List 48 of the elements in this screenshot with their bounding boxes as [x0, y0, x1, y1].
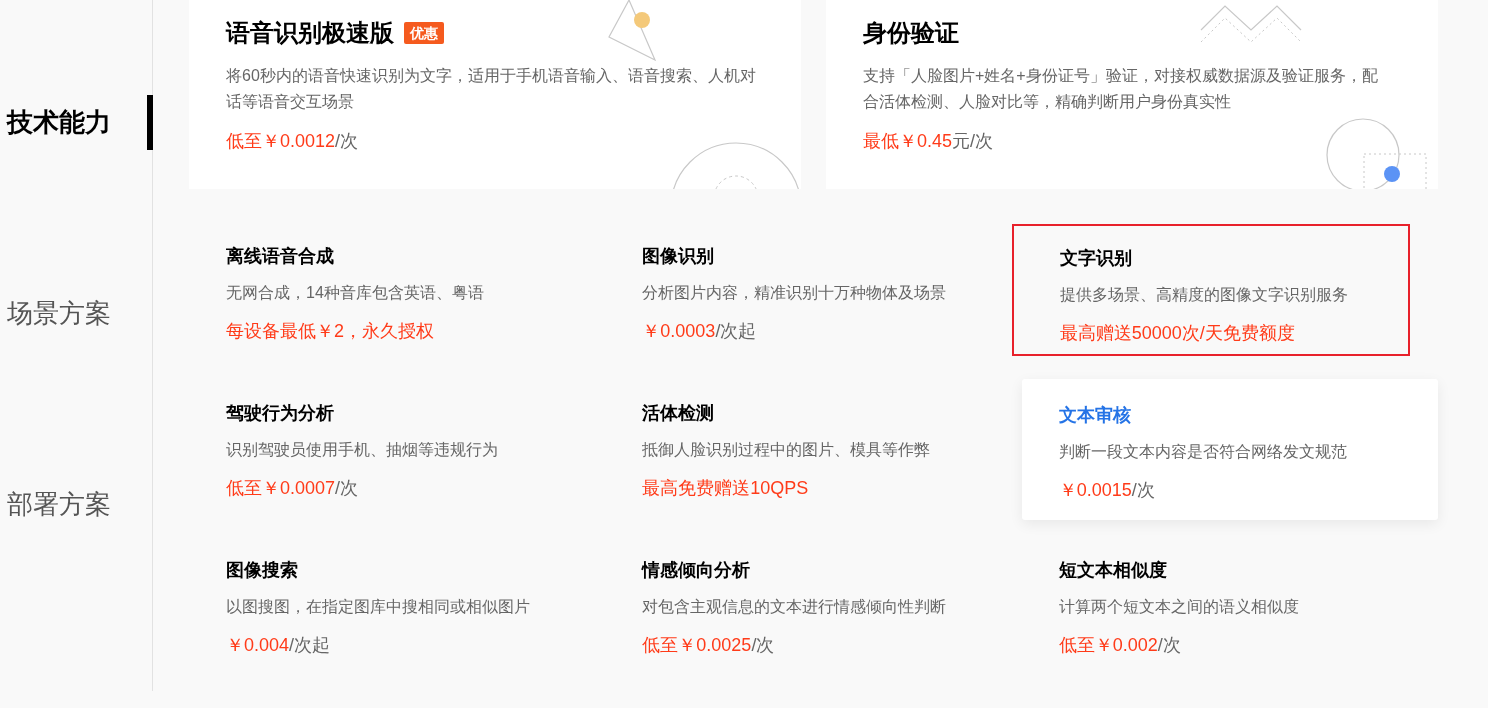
sidebar-tab[interactable]: 场景方案 — [0, 286, 153, 341]
product-description: 以图搜图，在指定图库中搜相同或相似图片 — [226, 597, 531, 617]
product-description: 判断一段文本内容是否符合网络发文规范 — [1058, 442, 1348, 462]
product-description: 提供多场景、高精度的图像文字识别服务 — [1059, 285, 1349, 305]
product-description: 无网合成，14种音库包含英语、粤语 — [226, 283, 485, 303]
price-text: 低至￥0.0007/次 — [226, 477, 360, 500]
product-title: 离线语音合成 — [226, 245, 335, 268]
product-card[interactable]: 身份验证 支持「人脸图片+姓名+身份证号」验证，对接权威数据源及验证服务，配合活体检测、人脸对比等，精确判断用户身份真实性 最低￥0.45元/次 — [826, 0, 1438, 189]
product-description: 识别驾驶员使用手机、抽烟等违规行为 — [226, 440, 499, 460]
price-text: 最高赠送50000次/天免费额度 — [1059, 322, 1296, 345]
price-text: 低至￥0.002/次 — [1058, 634, 1182, 657]
product-title: 情感倾向分析 — [642, 559, 752, 582]
price-text: 每设备最低￥2，永久授权 — [226, 320, 435, 343]
triangle-drawing — [607, 0, 659, 62]
price-text: 低至￥0.0025/次 — [642, 634, 776, 657]
card-title: 身份验证 — [863, 18, 959, 48]
price-text: ￥0.0015/次 — [1058, 479, 1156, 502]
sidebar-tab[interactable]: 部署方案 — [0, 477, 153, 532]
product-item[interactable]: 情感倾向分析 对包含主观信息的文本进行情感倾向性判断 低至￥0.0025/次 — [605, 538, 1022, 679]
product-title: 活体检测 — [642, 402, 716, 425]
price-text: 最高免费赠送10QPS — [642, 477, 810, 500]
product-title: 短文本相似度 — [1058, 559, 1168, 582]
product-title: 驾驶行为分析 — [226, 402, 335, 425]
product-item[interactable]: 活体检测 抵御人脸识别过程中的图片、模具等作弊 最高免费赠送10QPS — [605, 381, 1022, 522]
product-title: 图像搜索 — [226, 559, 299, 582]
card-title: 语音识别极速版 — [226, 18, 394, 48]
product-item[interactable]: 文本审核 判断一段文本内容是否符合网络发文规范 ￥0.0015/次 — [1021, 379, 1438, 520]
product-item[interactable]: 图像搜索 以图搜图，在指定图库中搜相同或相似图片 ￥0.004/次起 — [189, 538, 606, 679]
price-text: ￥0.004/次起 — [226, 634, 332, 657]
card-description: 支持「人脸图片+姓名+身份证号」验证，对接权威数据源及验证服务，配合活体检测、人脸对比等，精确判断用户身份真实性 — [863, 66, 1379, 112]
price-text: ￥0.0003/次起 — [642, 320, 758, 343]
product-description: 计算两个短文本之间的语义相似度 — [1058, 597, 1300, 617]
price-text: 低至￥0.0012/次 — [226, 130, 360, 153]
product-card[interactable]: 语音识别极速版 优惠 将60秒内的语音快速识别为文字，适用于手机语音输入、语音搜索、人机对话等语音交互场景 低至￥0.0012/次 — [189, 0, 801, 189]
card-description: 将60秒内的语音快速识别为文字，适用于手机语音输入、语音搜索、人机对话等语音交互场景 — [226, 66, 756, 112]
product-item[interactable]: 离线语音合成 无网合成，14种音库包含英语、粤语 每设备最低￥2，永久授权 — [189, 224, 606, 365]
product-description: 抵御人脸识别过程中的图片、模具等作弊 — [642, 440, 932, 460]
product-item[interactable]: 短文本相似度 计算两个短文本之间的语义相似度 低至￥0.002/次 — [1021, 538, 1438, 679]
product-item[interactable]: 文字识别 提供多场景、高精度的图像文字识别服务 最高赠送50000次/天免费额度 — [1011, 224, 1410, 356]
discount-badge: 优惠 — [404, 22, 444, 44]
price-text: 最低￥0.45元/次 — [863, 130, 995, 153]
product-title: 文本审核 — [1058, 404, 1132, 427]
sidebar-tab[interactable]: 技术能力 — [0, 95, 153, 150]
product-title: 图像识别 — [642, 245, 716, 268]
product-item[interactable]: 驾驶行为分析 识别驾驶员使用手机、抽烟等违规行为 低至￥0.0007/次 — [189, 381, 606, 522]
product-description: 对包含主观信息的文本进行情感倾向性判断 — [642, 597, 948, 617]
product-description: 分析图片内容，精准识别十万种物体及场景 — [642, 283, 948, 303]
product-title: 文字识别 — [1059, 247, 1133, 270]
